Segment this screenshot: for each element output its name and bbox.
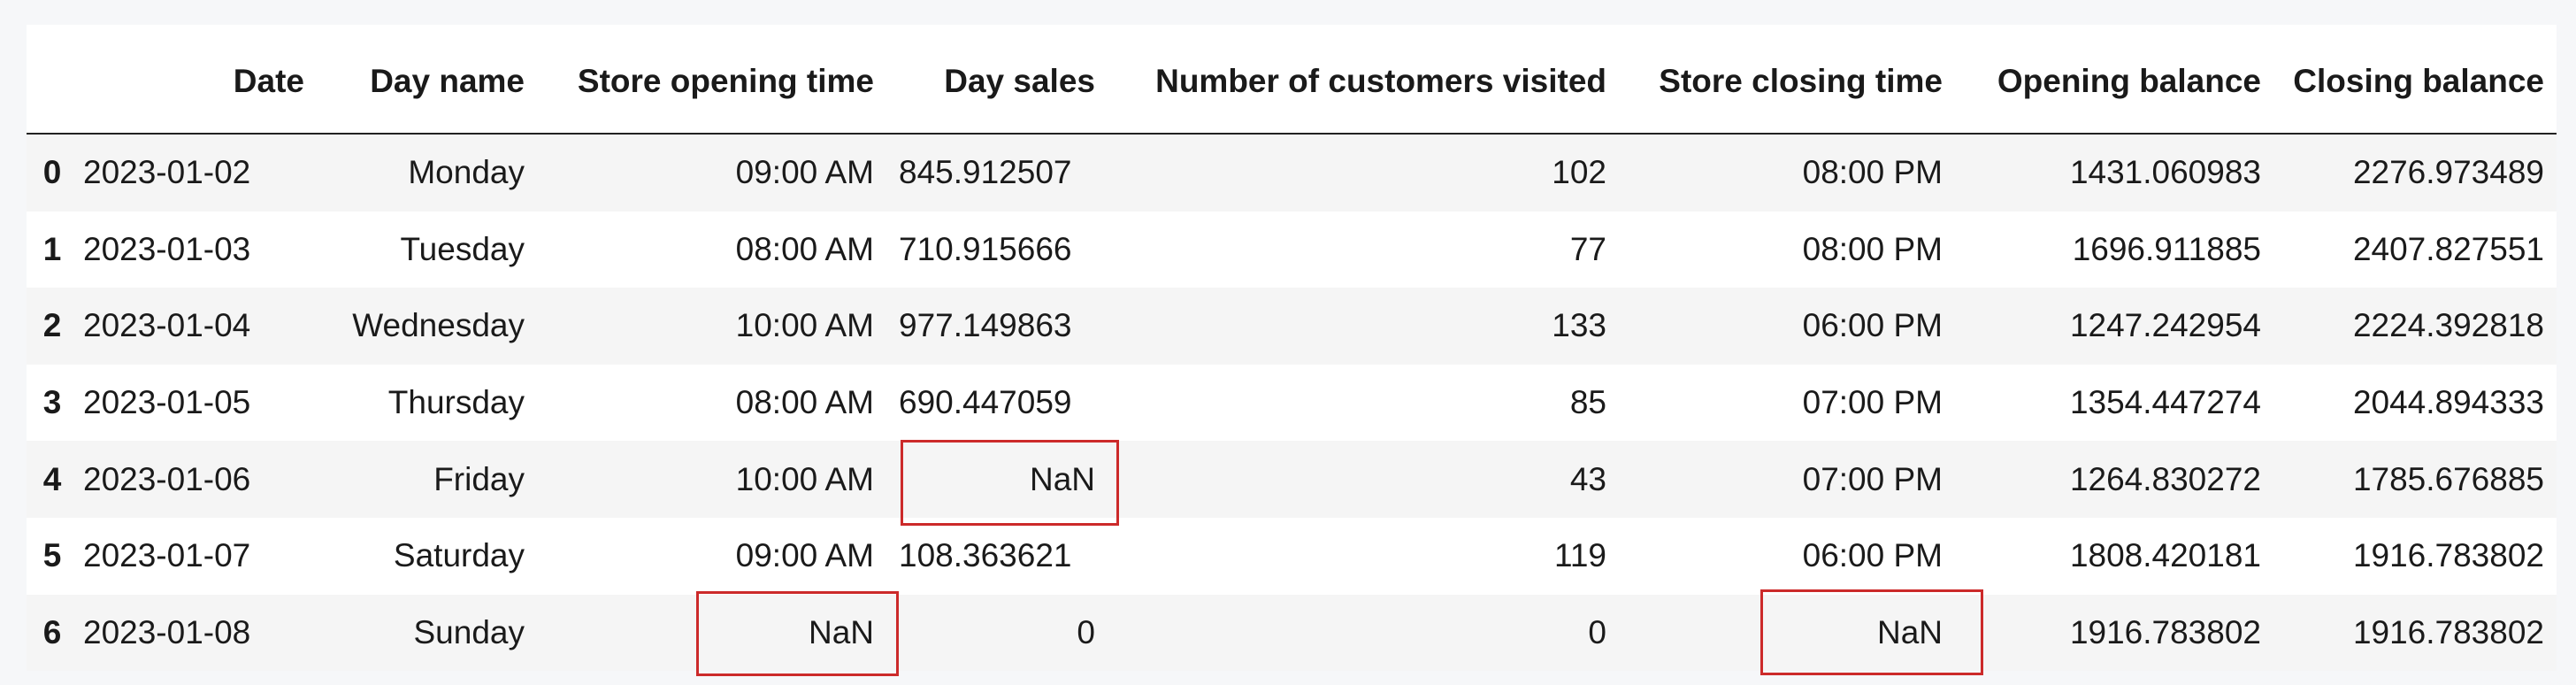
opening-time-cell: 10:00 AM	[735, 307, 874, 344]
table-row: 0 2023-01-02 Monday 09:00 AM 845.912507 …	[27, 134, 2557, 212]
customers-cell: 119	[1554, 537, 1606, 574]
column-header-index	[27, 25, 71, 135]
dataframe-container: Date Day name Store opening time Day sal…	[27, 25, 2557, 677]
date-cell: 2023-01-07	[83, 537, 251, 574]
customers-cell: 43	[1569, 460, 1606, 497]
opening-balance-cell: 1264.830272	[2069, 460, 2261, 497]
row-index: 5	[42, 537, 62, 574]
closing-time-cell: 08:00 PM	[1802, 154, 1943, 191]
closing-time-cell: 06:00 PM	[1802, 307, 1943, 344]
closing-balance-cell: 2044.894333	[2352, 384, 2544, 421]
closing-balance-cell: 1916.783802	[2352, 613, 2544, 650]
opening-balance-cell: 1247.242954	[2069, 307, 2261, 344]
column-header-day-name: Day name	[317, 25, 537, 135]
column-header-opening-balance: Opening balance	[1955, 25, 2273, 135]
customers-cell: 77	[1569, 230, 1606, 267]
row-index: 1	[42, 230, 62, 267]
day-sales-cell: 977.149863	[899, 307, 1072, 344]
opening-balance-cell: 1696.911885	[2072, 230, 2261, 267]
date-cell: 2023-01-03	[83, 230, 251, 267]
row-index: 6	[42, 613, 62, 650]
opening-balance-cell: 1431.060983	[2069, 154, 2261, 191]
closing-balance-cell: 1785.676885	[2352, 460, 2544, 497]
row-index: 4	[42, 460, 62, 497]
table-row: 6 2023-01-08 Sunday NaN 0 0 NaN 1916.783…	[27, 589, 2557, 677]
opening-time-cell: 09:00 AM	[735, 154, 874, 191]
day-name-cell: Wednesday	[352, 307, 525, 344]
day-sales-cell: 0	[1077, 613, 1095, 650]
row-index: 3	[42, 384, 62, 421]
closing-time-cell: 07:00 PM	[1802, 460, 1943, 497]
opening-time-cell: 10:00 AM	[735, 460, 874, 497]
day-name-cell: Saturday	[393, 537, 525, 574]
column-header-store-opening-time: Store opening time	[537, 25, 886, 135]
closing-time-cell-missing: NaN	[1619, 589, 1983, 676]
row-index: 0	[42, 154, 62, 191]
dataframe-table: Date Day name Store opening time Day sal…	[27, 25, 2557, 677]
opening-balance-cell: 1808.420181	[2069, 537, 2261, 574]
customers-cell: 133	[1552, 307, 1606, 344]
column-header-store-closing-time: Store closing time	[1619, 25, 1955, 135]
date-cell: 2023-01-02	[83, 154, 251, 191]
day-sales-cell-missing: NaN	[886, 440, 1119, 526]
opening-balance-cell: 1916.783802	[2069, 613, 2261, 650]
table-row: 1 2023-01-03 Tuesday 08:00 AM 710.915666…	[27, 211, 2557, 289]
day-name-cell: Thursday	[387, 384, 525, 421]
opening-time-cell: 09:00 AM	[735, 537, 874, 574]
day-sales-cell: 845.912507	[899, 154, 1072, 191]
day-name-cell: Tuesday	[400, 230, 525, 267]
table-row: 4 2023-01-06 Friday 10:00 AM NaN 43 07:0…	[27, 440, 2557, 526]
opening-balance-cell: 1354.447274	[2069, 384, 2261, 421]
day-name-cell: Monday	[408, 154, 525, 191]
day-sales-cell: 710.915666	[899, 230, 1072, 267]
closing-time-cell: 06:00 PM	[1802, 537, 1943, 574]
opening-time-cell: 08:00 AM	[735, 384, 874, 421]
date-cell: 2023-01-06	[83, 460, 251, 497]
day-sales-cell: 690.447059	[899, 384, 1072, 421]
closing-time-cell: 08:00 PM	[1802, 230, 1943, 267]
closing-balance-cell: 2407.827551	[2352, 230, 2544, 267]
column-header-number-of-customers: Number of customers visited	[1108, 25, 1619, 135]
opening-time-cell: 08:00 AM	[735, 230, 874, 267]
day-name-cell: Sunday	[413, 613, 525, 650]
date-cell: 2023-01-04	[83, 307, 251, 344]
date-cell: 2023-01-08	[83, 613, 251, 650]
day-name-cell: Friday	[433, 460, 525, 497]
customers-cell: 0	[1588, 613, 1606, 650]
day-sales-cell: 108.363621	[899, 537, 1072, 574]
column-header-closing-balance: Closing balance	[2273, 25, 2557, 135]
header-row: Date Day name Store opening time Day sal…	[27, 25, 2557, 135]
customers-cell: 85	[1569, 384, 1606, 421]
table-row: 5 2023-01-07 Saturday 09:00 AM 108.36362…	[27, 517, 2557, 595]
date-cell: 2023-01-05	[83, 384, 251, 421]
column-header-day-sales: Day sales	[886, 25, 1108, 135]
column-header-date: Date	[71, 25, 317, 135]
table-row: 2 2023-01-04 Wednesday 10:00 AM 977.1498…	[27, 288, 2557, 365]
opening-time-cell-missing: NaN	[537, 590, 899, 677]
closing-balance-cell: 2276.973489	[2352, 154, 2544, 191]
closing-balance-cell: 1916.783802	[2352, 537, 2544, 574]
customers-cell: 102	[1552, 154, 1606, 191]
table-row: 3 2023-01-05 Thursday 08:00 AM 690.44705…	[27, 364, 2557, 442]
closing-time-cell: 07:00 PM	[1802, 384, 1943, 421]
row-index: 2	[42, 307, 62, 344]
closing-balance-cell: 2224.392818	[2352, 307, 2544, 344]
